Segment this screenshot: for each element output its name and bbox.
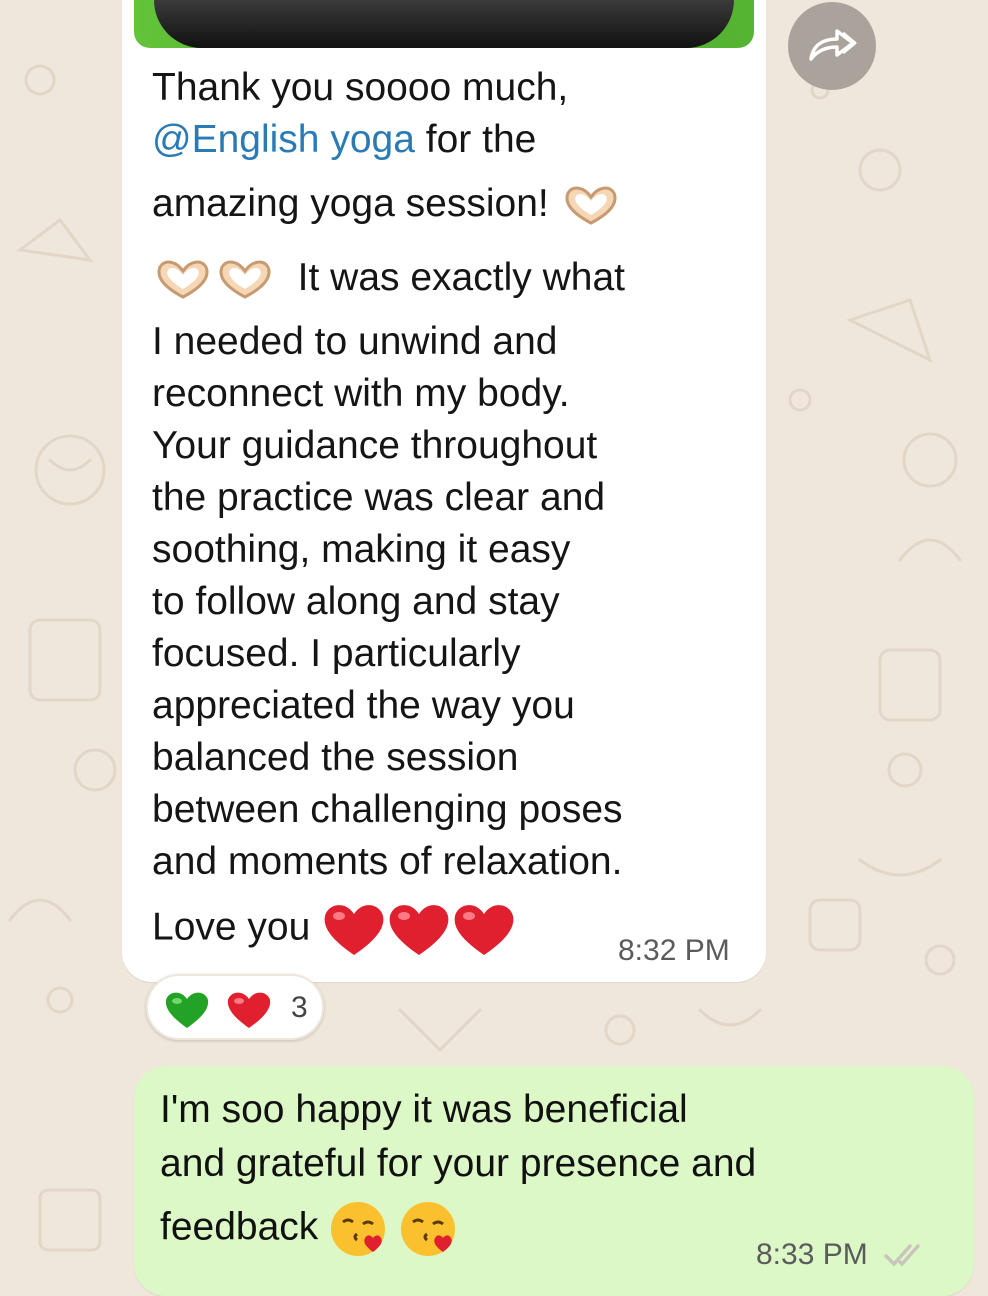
green-heart-icon: [165, 992, 209, 1028]
message-line: appreciated the way you: [152, 684, 575, 727]
message-line: focused. I particularly: [152, 632, 521, 675]
message-line-fragment: Love you: [152, 905, 311, 949]
message-line: soothing, making it easy: [152, 528, 571, 571]
message-line: amazing yoga session!: [152, 178, 622, 230]
heart-hands-emoji: [565, 186, 617, 225]
message-line-fragment: amazing yoga session!: [152, 182, 549, 225]
forward-icon: [809, 29, 857, 61]
message-line-fragment: It was exactly what: [297, 256, 625, 299]
shared-photo-thumbnail[interactable]: [134, 0, 754, 48]
message-line-fragment: feedback: [160, 1205, 319, 1249]
message-line: Love you: [152, 900, 517, 958]
reaction-count: 3: [291, 991, 308, 1024]
message-line: Thank you soooo much,: [152, 66, 569, 109]
heart-hands-emoji: [157, 260, 209, 299]
mention-link[interactable]: @English yoga: [152, 118, 415, 161]
reactions-pill[interactable]: 3: [146, 974, 324, 1040]
message-line: and moments of relaxation.: [152, 840, 623, 883]
message-line: to follow along and stay: [152, 580, 560, 623]
double-check-icon: [884, 1244, 920, 1267]
message-line: and grateful for your presence and: [160, 1142, 757, 1185]
message-line: between challenging poses: [152, 788, 623, 831]
message-line: It was exactly what: [152, 252, 625, 304]
face-blowing-kiss-emoji: [331, 1202, 456, 1256]
message-line-fragment: for the: [425, 118, 537, 161]
red-heart-emoji: [324, 905, 514, 955]
message-line: reconnect with my body.: [152, 372, 570, 415]
message-line: Your guidance throughout: [152, 424, 598, 467]
forward-button[interactable]: [788, 2, 876, 90]
message-timestamp: 8:33 PM: [756, 1238, 868, 1271]
message-line: the practice was clear and: [152, 476, 606, 519]
message-line: @English yoga for the: [152, 114, 536, 166]
message-line: feedback: [160, 1200, 461, 1258]
red-heart-icon: [227, 992, 271, 1028]
message-line: I'm soo happy it was beneficial: [160, 1088, 688, 1131]
heart-hands-emoji: [219, 260, 271, 299]
message-line: balanced the session: [152, 736, 519, 779]
photo-subject: [154, 0, 734, 48]
message-timestamp: 8:32 PM: [618, 934, 730, 967]
message-line: I needed to unwind and: [152, 320, 558, 363]
